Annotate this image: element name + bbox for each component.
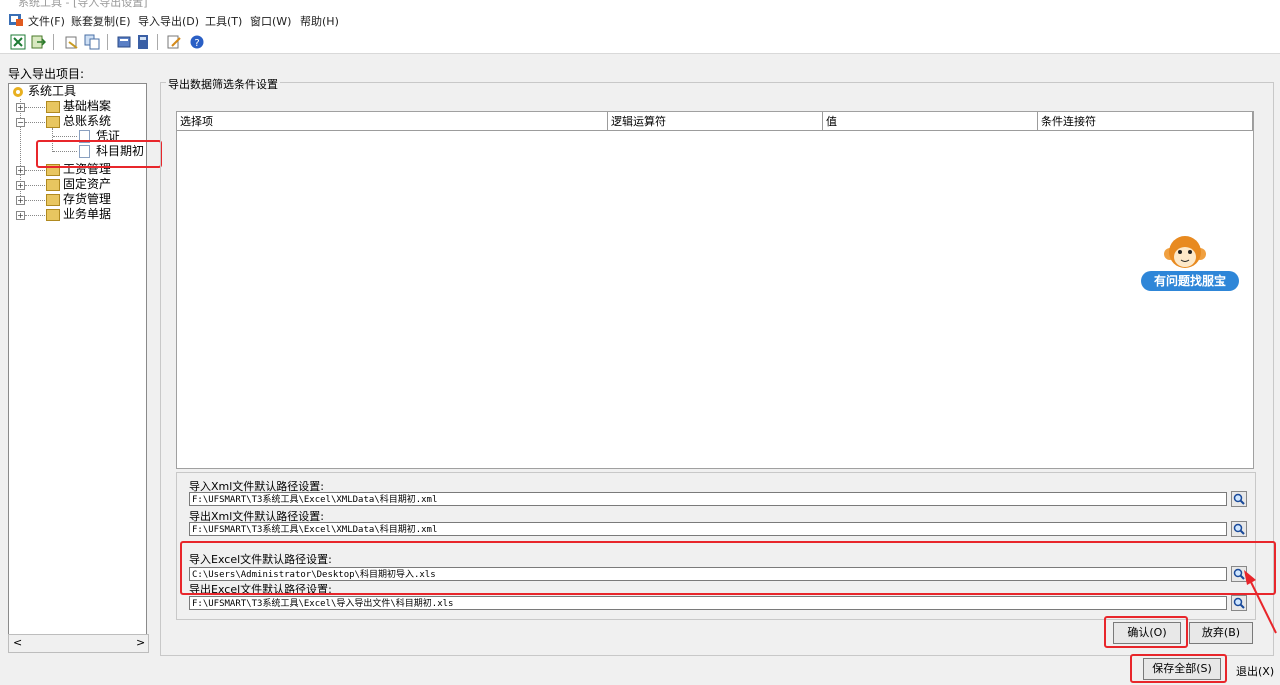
column-header-value[interactable]: 值: [823, 112, 1038, 131]
expand-icon[interactable]: +: [16, 166, 25, 175]
filter-group-title: 导出数据筛选条件设置: [166, 76, 280, 92]
expand-icon[interactable]: +: [16, 211, 25, 220]
export-icon[interactable]: [30, 34, 46, 50]
scroll-left-icon[interactable]: <: [13, 636, 22, 649]
gear-icon: [13, 87, 23, 97]
copy-icon[interactable]: [84, 34, 100, 50]
folder-icon: [46, 101, 60, 113]
scroll-right-icon[interactable]: >: [136, 636, 145, 649]
browse-search-icon[interactable]: [1231, 521, 1247, 537]
tree-line: [53, 136, 77, 137]
folder-icon: [46, 179, 60, 191]
column-header-connector[interactable]: 条件连接符: [1038, 112, 1253, 131]
toolbar: ?: [0, 31, 1280, 54]
folder-icon: [46, 194, 60, 206]
tree-node-basic-archives[interactable]: 基础档案: [63, 99, 111, 114]
menu-account-copy[interactable]: 账套复制(E): [71, 13, 131, 29]
menu-file[interactable]: 文件(F): [28, 13, 65, 29]
xml-export-path-field[interactable]: F:\UFSMART\T3系统工具\Excel\XMLData\科目期初.xml: [189, 522, 1227, 536]
database-icon[interactable]: [116, 34, 132, 50]
tree-node-fixed-assets[interactable]: 固定资产: [63, 177, 111, 192]
app-icon: [9, 14, 23, 26]
folder-icon: [46, 116, 60, 128]
tree-line: [25, 215, 45, 216]
toolbar-separator: [157, 34, 159, 50]
tree-line: [25, 170, 45, 171]
highlight-box: [1104, 616, 1188, 648]
excel-export-path-field[interactable]: F:\UFSMART\T3系统工具\Excel\导入导出文件\科目期初.xls: [189, 596, 1227, 610]
column-header-option[interactable]: 选择项: [177, 112, 608, 131]
browse-search-icon[interactable]: [1231, 491, 1247, 507]
excel-icon[interactable]: [10, 34, 26, 50]
svg-text:?: ?: [194, 38, 199, 49]
folder-icon: [46, 209, 60, 221]
highlight-box: [1130, 654, 1227, 683]
menu-window[interactable]: 窗口(W): [250, 13, 291, 29]
toolbar-separator: [107, 34, 109, 50]
expand-icon[interactable]: +: [16, 181, 25, 190]
window-title: 系统工具 - [导入导出设置]: [18, 0, 148, 9]
menu-bar: 文件(F) 账套复制(E) 导入导出(D) 工具(T) 窗口(W) 帮助(H): [0, 9, 1280, 31]
tree-node-system-tools[interactable]: 系统工具: [28, 84, 76, 99]
menu-import-export[interactable]: 导入导出(D): [138, 13, 199, 29]
expand-icon[interactable]: +: [16, 196, 25, 205]
menu-help[interactable]: 帮助(H): [300, 13, 339, 29]
discard-button[interactable]: 放弃(B): [1189, 622, 1253, 644]
highlight-box: [36, 140, 162, 168]
tree-line: [25, 107, 45, 108]
import-icon[interactable]: [64, 34, 80, 50]
monkey-mascot-icon[interactable]: [1162, 232, 1208, 274]
helper-badge[interactable]: 有问题找服宝: [1141, 271, 1239, 291]
highlight-box: [180, 541, 1276, 595]
calculator-icon[interactable]: [135, 34, 151, 50]
exit-button[interactable]: 退出(X): [1236, 663, 1274, 679]
tree-panel-label: 导入导出项目:: [8, 67, 85, 81]
tree-line: [25, 122, 45, 123]
tree-line: [25, 200, 45, 201]
title-bar: 系统工具 - [导入导出设置]: [0, 0, 1280, 9]
tree-node-business-docs[interactable]: 业务单据: [63, 207, 111, 222]
help-icon[interactable]: ?: [189, 34, 205, 50]
tree-node-inventory[interactable]: 存货管理: [63, 192, 111, 207]
tree-node-general-ledger[interactable]: 总账系统: [63, 114, 111, 129]
column-header-operator[interactable]: 逻辑运算符: [608, 112, 823, 131]
menu-tools[interactable]: 工具(T): [205, 13, 242, 29]
edit-icon[interactable]: [166, 34, 182, 50]
toolbar-separator: [53, 34, 55, 50]
filter-conditions-grid[interactable]: 选择项 逻辑运算符 值 条件连接符: [176, 111, 1254, 469]
xml-import-path-field[interactable]: F:\UFSMART\T3系统工具\Excel\XMLData\科目期初.xml: [189, 492, 1227, 506]
tree-line: [25, 185, 45, 186]
tree-horizontal-scrollbar[interactable]: < >: [8, 634, 149, 653]
expand-icon[interactable]: +: [16, 103, 25, 112]
collapse-icon[interactable]: −: [16, 118, 25, 127]
